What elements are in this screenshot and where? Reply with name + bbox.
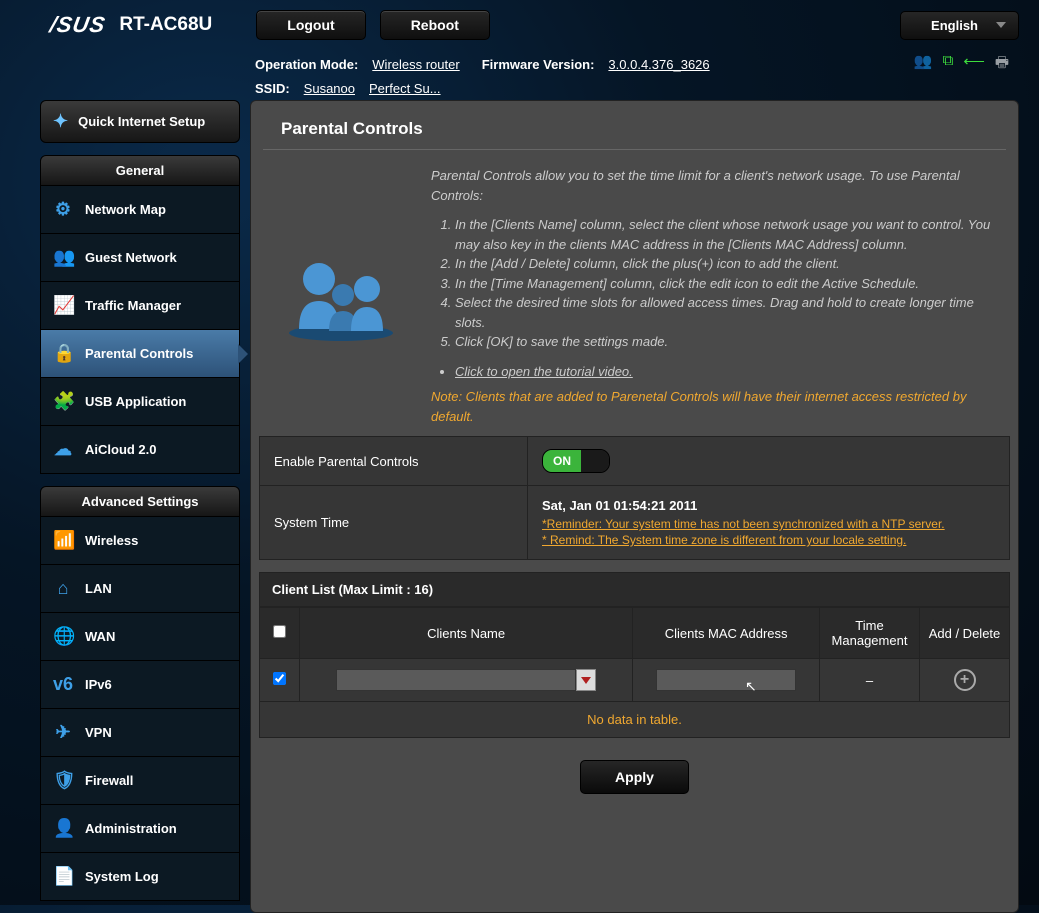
client-name-dropdown-button[interactable] [576,669,596,691]
sidebar-item-traffic-manager[interactable]: 📈 Traffic Manager [41,282,239,330]
printer-icon[interactable]: 🖶 [995,52,1009,77]
col-time: Time Management [820,608,920,659]
brand-logo: /SUS [48,12,108,38]
ntp-reminder-link[interactable]: *Reminder: Your system time has not been… [542,517,995,531]
col-add: Add / Delete [920,608,1010,659]
system-time: Sat, Jan 01 01:54:21 2011 [542,498,995,513]
sidebar-item-administration[interactable]: 👤 Administration [41,805,239,853]
nav-icon: ⚙ [53,199,73,220]
nav-label: USB Application [85,394,186,409]
op-mode-link[interactable]: Wireless router [372,57,459,72]
no-data-message: No data in table. [259,702,1010,738]
nav-label: Network Map [85,202,166,217]
nav-icon: ☁ [53,439,73,460]
instruction-step: In the [Time Management] column, click t… [455,274,998,294]
col-mac: Clients MAC Address [633,608,820,659]
nav-icon: 🧩 [53,391,73,412]
general-header: General [40,155,240,186]
client-name-input[interactable] [336,669,576,691]
nav-label: Traffic Manager [85,298,181,313]
page-title: Parental Controls [263,101,1006,150]
nav-label: Wireless [85,533,138,548]
sidebar-item-usb-application[interactable]: 🧩 USB Application [41,378,239,426]
advanced-header: Advanced Settings [40,486,240,517]
fw-link[interactable]: 3.0.0.4.376_3626 [608,57,709,72]
sidebar-item-guest-network[interactable]: 👥 Guest Network [41,234,239,282]
model-name: RT-AC68U [119,14,212,36]
instruction-step: In the [Add / Delete] column, click the … [455,254,998,274]
toggle-off-side [581,450,609,472]
chevron-down-icon [996,22,1006,28]
nav-icon: 🌐 [53,626,73,647]
client-mac-input[interactable] [656,669,796,691]
nav-label: Firewall [85,773,133,788]
nav-label: AiCloud 2.0 [85,442,157,457]
quick-internet-setup[interactable]: ✦ Quick Internet Setup [40,100,240,143]
nav-icon: 👥 [53,247,73,268]
instruction-step: Click [OK] to save the settings made. [455,332,998,352]
language-label: English [931,18,978,33]
qis-label: Quick Internet Setup [78,114,205,129]
fw-label: Firmware Version: [482,57,595,72]
nav-icon: v6 [53,674,73,695]
sidebar-item-ipv6[interactable]: v6 IPv6 [41,661,239,709]
usb-icon[interactable]: ⟵ [963,52,985,77]
sidebar-item-lan[interactable]: ⌂ LAN [41,565,239,613]
dropdown-triangle-icon [581,677,591,684]
nav-label: Guest Network [85,250,177,265]
add-client-button[interactable]: + [954,669,976,691]
ssid1-link[interactable]: Susanoo [304,81,355,96]
nav-icon: 👤 [53,818,73,839]
nav-icon: ⌂ [53,578,73,599]
select-all-checkbox[interactable] [273,625,286,638]
nav-icon: ✈ [53,722,73,743]
language-dropdown[interactable]: English [900,11,1019,40]
ssid-label: SSID: [255,81,290,96]
nav-label: WAN [85,629,115,644]
note-text: Note: Clients that are added to Pareneta… [431,387,998,426]
wand-icon: ✦ [53,111,68,132]
enable-label: Enable Parental Controls [260,437,528,486]
sidebar-item-network-map[interactable]: ⚙ Network Map [41,186,239,234]
col-name: Clients Name [300,608,633,659]
nav-icon: 🔒 [53,343,73,364]
nav-label: IPv6 [85,677,112,692]
tutorial-link[interactable]: Click to open the tutorial video. [455,364,633,379]
row-checkbox[interactable] [273,672,286,685]
sidebar-item-aicloud-2-0[interactable]: ☁ AiCloud 2.0 [41,426,239,473]
family-icon [271,166,411,426]
sidebar-item-wan[interactable]: 🌐 WAN [41,613,239,661]
intro-text: Parental Controls allow you to set the t… [431,166,998,205]
tz-reminder-link[interactable]: * Remind: The System time zone is differ… [542,533,995,547]
instruction-step: In the [Clients Name] column, select the… [455,215,998,254]
nav-label: VPN [85,725,112,740]
sidebar-item-wireless[interactable]: 📶 Wireless [41,517,239,565]
sidebar-item-vpn[interactable]: ✈ VPN [41,709,239,757]
systime-label: System Time [260,486,528,560]
sidebar-item-firewall[interactable]: 🛡 Firewall [41,757,239,805]
nav-label: Administration [85,821,177,836]
sidebar-item-parental-controls[interactable]: 🔒 Parental Controls [41,330,239,378]
table-row: – + [260,659,1010,702]
reboot-button[interactable]: Reboot [380,10,490,40]
network-icon[interactable]: ⧉ [943,52,954,77]
instruction-step: Select the desired time slots for allowe… [455,293,998,332]
nav-label: Parental Controls [85,346,193,361]
nav-label: System Log [85,869,159,884]
nav-icon: 🛡 [53,770,73,791]
apply-button[interactable]: Apply [580,760,689,794]
ssid2-link[interactable]: Perfect Su... [369,81,441,96]
clients-icon[interactable]: 👥 [914,52,933,77]
sidebar-item-system-log[interactable]: 📄 System Log [41,853,239,900]
nav-icon: 📶 [53,530,73,551]
op-mode-label: Operation Mode: [255,57,358,72]
nav-icon: 📄 [53,866,73,887]
time-mgmt-cell: – [820,659,920,702]
logout-button[interactable]: Logout [256,10,365,40]
client-list-header: Client List (Max Limit : 16) [259,572,1010,607]
toggle-on-label: ON [543,450,581,472]
nav-label: LAN [85,581,112,596]
nav-icon: 📈 [53,295,73,316]
enable-toggle[interactable]: ON [542,449,610,473]
